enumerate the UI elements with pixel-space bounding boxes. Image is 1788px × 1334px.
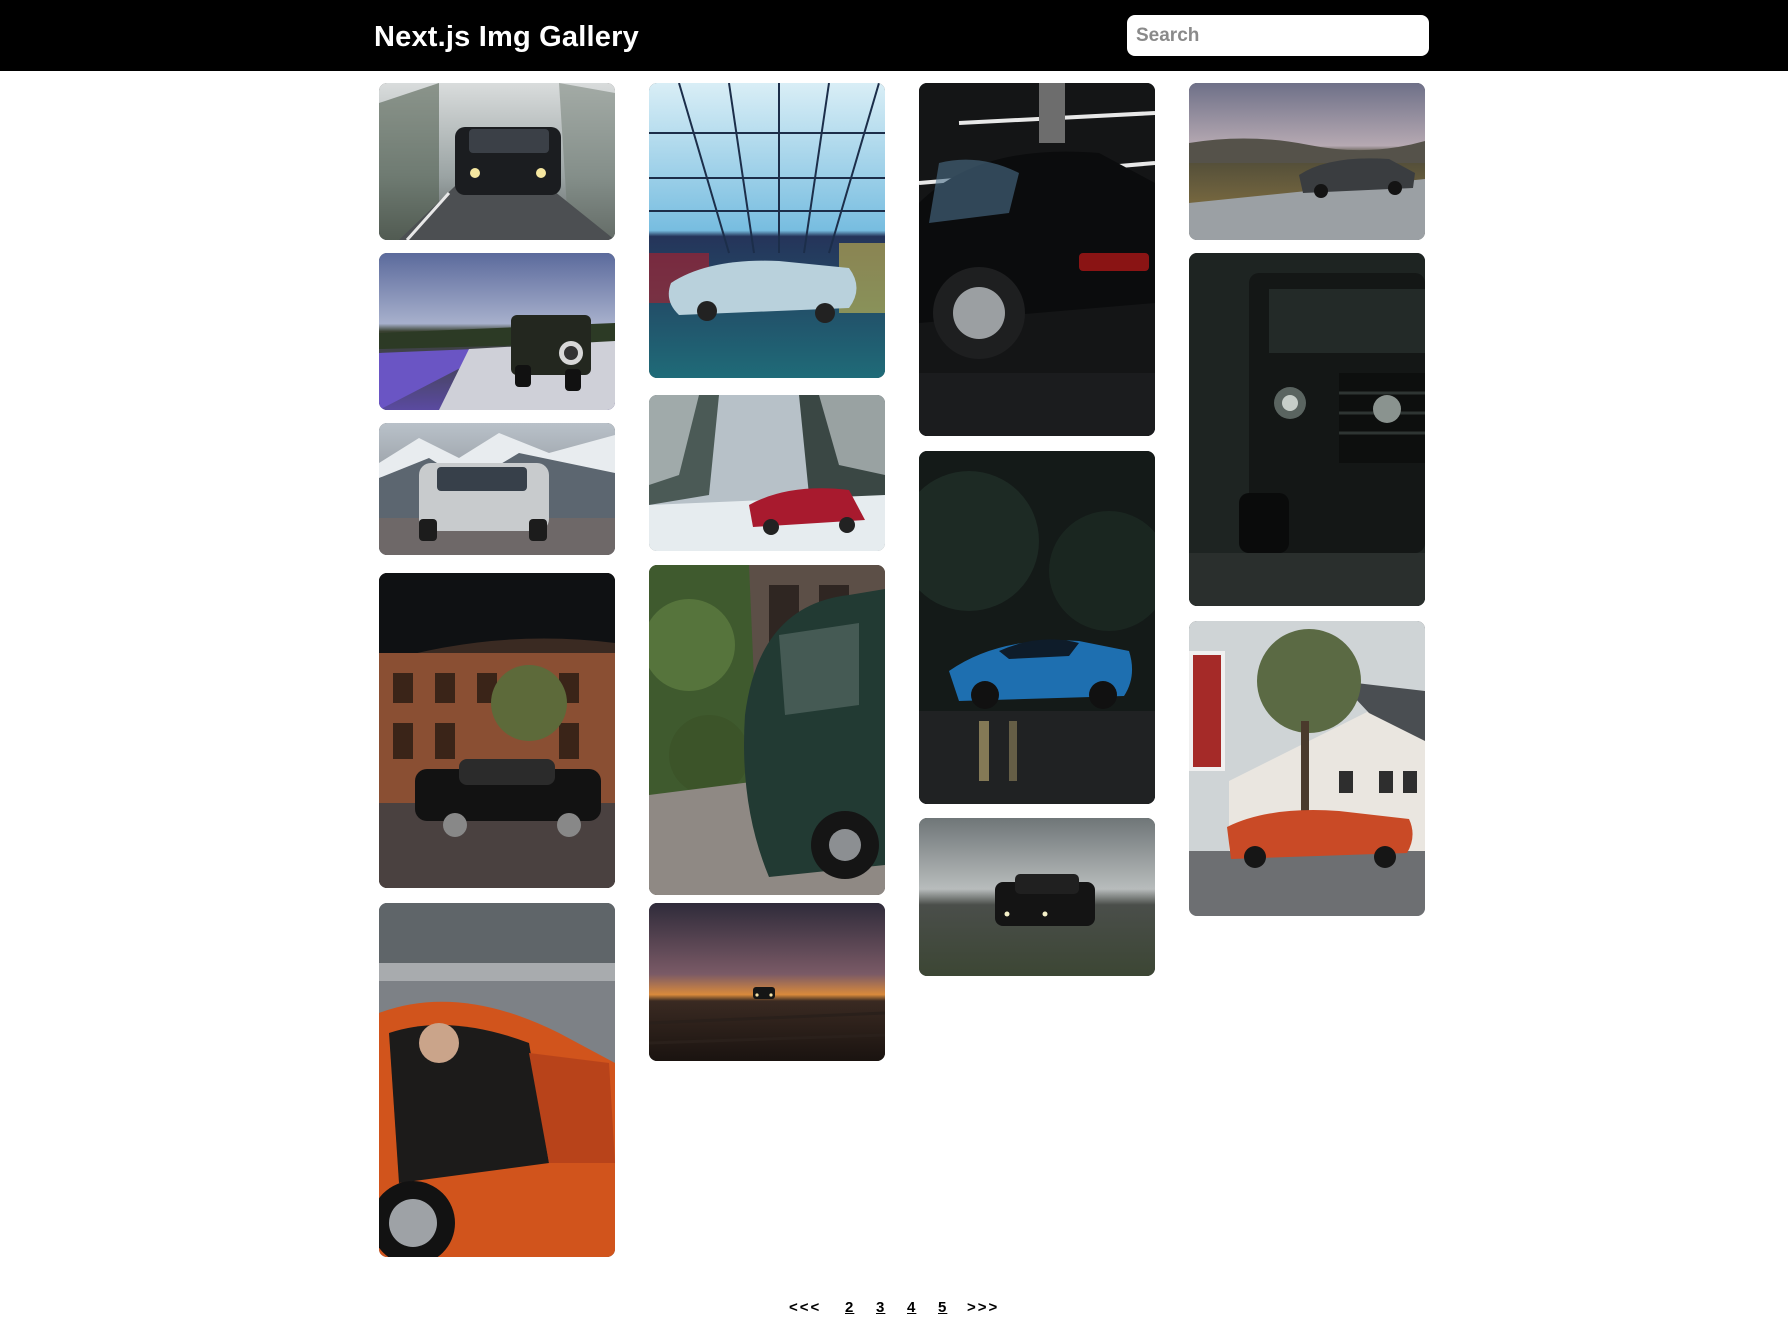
gallery-image-11[interactable]	[919, 451, 1155, 804]
car-photo	[379, 253, 615, 410]
gallery-image-6[interactable]	[649, 83, 885, 378]
car-photo	[379, 423, 615, 555]
gallery-image-9[interactable]	[649, 903, 885, 1061]
car-photo	[919, 451, 1155, 804]
car-photo	[649, 565, 885, 895]
search-input[interactable]	[1127, 15, 1429, 56]
gallery-image-5[interactable]	[379, 903, 615, 1257]
car-photo	[379, 573, 615, 888]
page-link-5[interactable]: 5	[938, 1299, 947, 1316]
car-photo	[649, 395, 885, 551]
pagination: <<< 2 3 4 5 >>>	[0, 1297, 1788, 1321]
gallery-image-3[interactable]	[379, 423, 615, 555]
car-photo	[919, 83, 1155, 436]
gallery-image-15[interactable]	[1189, 621, 1425, 916]
top-nav-bar: Next.js Img Gallery	[0, 0, 1788, 71]
page-link-2[interactable]: 2	[845, 1299, 854, 1316]
car-photo	[1189, 621, 1425, 916]
page-link-4[interactable]: 4	[907, 1299, 916, 1316]
car-photo	[1189, 253, 1425, 606]
next-page-link[interactable]: >>>	[967, 1299, 999, 1316]
gallery-image-4[interactable]	[379, 573, 615, 888]
car-photo	[379, 83, 615, 240]
gallery-image-2[interactable]	[379, 253, 615, 410]
gallery-image-1[interactable]	[379, 83, 615, 240]
prev-page-link[interactable]: <<<	[789, 1299, 821, 1316]
gallery-image-7[interactable]	[649, 395, 885, 551]
car-photo	[379, 903, 615, 1257]
page-link-3[interactable]: 3	[876, 1299, 885, 1316]
gallery-image-14[interactable]	[1189, 253, 1425, 606]
car-photo	[649, 903, 885, 1061]
gallery-image-12[interactable]	[919, 818, 1155, 976]
app-title: Next.js Img Gallery	[374, 21, 639, 53]
gallery-image-13[interactable]	[1189, 83, 1425, 240]
car-photo	[919, 818, 1155, 976]
gallery-image-10[interactable]	[919, 83, 1155, 436]
car-photo	[649, 83, 885, 378]
gallery-image-8[interactable]	[649, 565, 885, 895]
car-photo	[1189, 83, 1425, 240]
